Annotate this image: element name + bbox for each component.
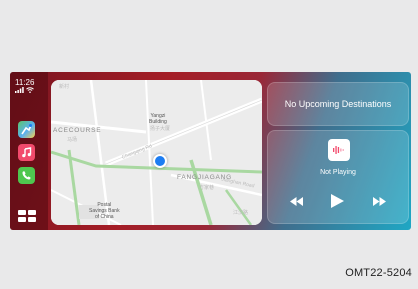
current-location-icon [153,154,167,168]
map-label-racecourse: ACECOURSE [53,127,102,134]
dashboard-tile-icon [28,217,36,222]
map-view[interactable]: 新村 ACECOURSE 马场 Yangzi Building 扬子大厦 Cha… [51,80,262,225]
map-label-fangjiagang-cn: 方家巷 [199,185,215,191]
music-app-icon[interactable] [18,144,35,161]
dashboard-button[interactable] [18,210,36,222]
map-label-yangzi-building: Yangzi Building [149,113,167,125]
dashboard-tile-icon [28,210,36,215]
phone-app-icon[interactable] [18,167,35,184]
maps-app-icon[interactable] [18,121,35,138]
figure-code: OMT22-5204 [345,267,412,279]
rewind-button[interactable] [290,197,303,209]
rewind-icon [290,197,303,206]
fast-forward-icon [373,197,386,206]
destinations-card[interactable]: No Upcoming Destinations [267,82,409,126]
destinations-text: No Upcoming Destinations [284,99,392,109]
music-artwork-icon [328,139,350,161]
map-label-bottom-right: 江汉路 [233,210,249,216]
status-icons [15,87,34,95]
fast-forward-button[interactable] [373,197,386,209]
play-button[interactable] [331,194,344,211]
map-label-postal-savings-bank: Postal Savings Bank of China [89,202,120,220]
now-playing-status: Not Playing [320,169,356,176]
sidebar: 11:26 [10,72,48,230]
dashboard-tile-icon [18,210,26,215]
map-label-yangzi-cn: 扬子大厦 [150,126,171,132]
status-time: 11:26 [15,78,35,87]
map-label-top-left: 新村 [59,84,70,90]
carplay-screen: 11:26 新村 ACECOURSE 马场 Yangzi Building 扬子… [10,72,411,230]
play-icon [331,194,344,208]
wifi-icon [26,87,34,95]
now-playing-card[interactable]: Not Playing [267,130,409,224]
map-roads [51,80,262,225]
dashboard-tile-icon [18,217,26,222]
signal-icon [15,87,26,95]
map-label-racecourse-cn: 马场 [67,137,78,143]
